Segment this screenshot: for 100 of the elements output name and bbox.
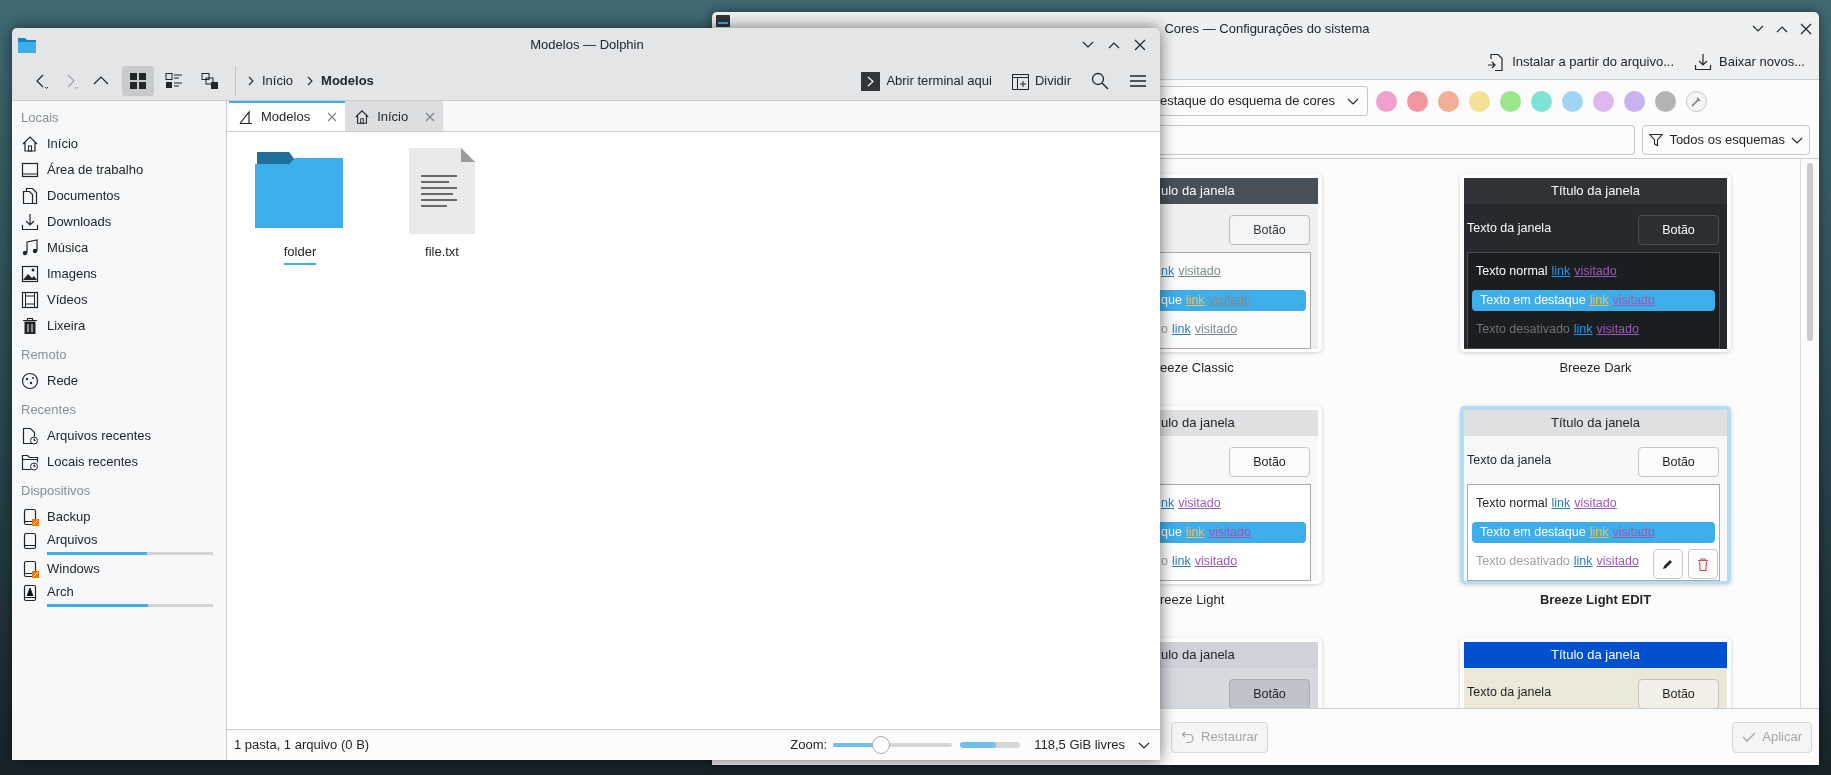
search-icon: [1091, 72, 1109, 90]
download-icon: [1694, 53, 1712, 71]
preview-button: Botão: [1229, 447, 1310, 477]
home-icon: [21, 135, 39, 153]
color-picker-button[interactable]: [1686, 90, 1707, 112]
file-name[interactable]: file.txt: [425, 242, 459, 265]
link-text: link: [1589, 292, 1609, 310]
breadcrumb-item[interactable]: Início: [260, 71, 296, 91]
checkmark-icon: [1742, 730, 1757, 744]
place-item[interactable]: Lixeira: [16, 313, 222, 339]
color-swatch[interactable]: [1531, 90, 1552, 112]
close-tab-button[interactable]: [425, 112, 436, 122]
tree-view-icon: [201, 72, 219, 90]
preview-button: Botão: [1638, 215, 1719, 245]
search-field[interactable]: [1160, 125, 1636, 155]
document-import-icon: [1487, 53, 1506, 71]
place-item[interactable]: Área de trabalho: [16, 157, 222, 183]
film-icon: [21, 291, 39, 309]
preview-title-bar: Título da janela: [1464, 178, 1727, 204]
visited-link-text: visitado: [1178, 495, 1221, 513]
close-tab-button[interactable]: [327, 112, 338, 122]
view-mode-button[interactable]: [122, 66, 154, 96]
open-terminal-button[interactable]: Abrir terminal aqui: [858, 66, 995, 96]
color-swatch[interactable]: [1562, 90, 1583, 112]
split-view-icon: [1011, 72, 1029, 90]
place-item[interactable]: Backup: [16, 504, 222, 530]
home-icon: [354, 109, 371, 125]
trash-icon: [1697, 557, 1709, 571]
place-item[interactable]: Arch: [16, 582, 222, 608]
visited-link-text: visitado: [1194, 553, 1238, 571]
pencil-icon: [1662, 558, 1674, 570]
color-scheme-preview[interactable]: ulo da janela Botão: [1160, 638, 1322, 708]
color-scheme-preview[interactable]: ulo da janela Botão nk visitado que link visitado o link visitado: [1160, 406, 1322, 584]
color-swatch[interactable]: [1376, 90, 1397, 112]
tab[interactable]: Modelos: [229, 101, 346, 131]
highlighted-text: que: [1161, 292, 1182, 310]
preview-title-bar: ulo da janela: [1160, 178, 1318, 204]
place-item[interactable]: Documentos: [16, 183, 222, 209]
disabled-text: Texto desativado: [1476, 321, 1570, 339]
link-text: link: [1185, 524, 1205, 542]
split-button[interactable]: Dividir: [1008, 66, 1074, 96]
chevron-right-icon: [246, 75, 256, 87]
place-item[interactable]: Locais recentes: [16, 449, 222, 475]
place-item[interactable]: Início: [16, 131, 222, 157]
preview-window-text: Texto da janela: [1467, 219, 1552, 237]
color-swatch[interactable]: [1624, 90, 1645, 112]
zoom-slider[interactable]: [833, 736, 953, 754]
visited-link-text: visitado: [1208, 292, 1251, 310]
link-text: link: [1185, 292, 1205, 310]
preview-button: Botão: [1229, 679, 1310, 708]
place-item[interactable]: Arquivos recentes: [16, 423, 222, 449]
music-note-icon: [21, 239, 39, 257]
place-item[interactable]: Arquivos: [16, 530, 222, 556]
color-swatch[interactable]: [1500, 90, 1521, 112]
delete-button[interactable]: [1688, 549, 1718, 579]
settings-app-icon: [716, 15, 730, 27]
color-swatch[interactable]: [1655, 90, 1676, 112]
close-icon: [425, 112, 436, 122]
color-swatch[interactable]: [1407, 90, 1428, 112]
visited-link-text: visitado: [1574, 495, 1617, 513]
download-new-button[interactable]: Baixar novos...: [1694, 48, 1805, 76]
close-icon: [1132, 37, 1148, 53]
slider-handle[interactable]: [871, 736, 890, 754]
color-swatch[interactable]: [1593, 90, 1614, 112]
scrollbar-thumb[interactable]: [1807, 163, 1813, 341]
color-scheme-preview[interactable]: Título da janela Texto da janela Botão Texto normal link visitado Texto em destaque link visitado Texto desativado link visitado: [1460, 406, 1731, 584]
install-from-file-button[interactable]: Instalar a partir do arquivo...: [1487, 48, 1674, 76]
color-scheme-preview[interactable]: Título da janela Texto da janela Botão: [1460, 638, 1731, 708]
menu-icon: [1129, 72, 1147, 90]
preview-button: Botão: [1229, 215, 1310, 245]
file-name[interactable]: folder: [283, 242, 317, 265]
place-item[interactable]: Windows: [16, 556, 222, 582]
zoom-label: Zoom:: [790, 736, 828, 755]
edit-button[interactable]: [1653, 549, 1683, 579]
close-icon: [327, 112, 338, 122]
visited-link-text: visitado: [1612, 524, 1655, 542]
visited-link-text: visitado: [1596, 553, 1639, 571]
color-swatch[interactable]: [1438, 90, 1459, 112]
window-title: Modelos — Dolphin: [529, 36, 645, 55]
highlighted-text: Texto em destaque: [1480, 524, 1586, 542]
place-item[interactable]: Rede: [16, 368, 222, 394]
section-header: Dispositivos: [20, 482, 92, 501]
section-header: Locais: [20, 109, 60, 128]
recent-file-icon: [21, 427, 39, 445]
eyedropper-icon: [1691, 95, 1702, 107]
place-item[interactable]: Vídeos: [16, 287, 222, 313]
filter-dropdown[interactable]: Todos os esquemas: [1642, 125, 1810, 155]
link-text: link: [1573, 321, 1593, 339]
color-scheme-preview[interactable]: Título da janela Texto da janela Botão Texto normal link visitado Texto em destaque link visitado Texto desativado link visitado: [1460, 174, 1731, 352]
scheme-name: eeze Classic: [1160, 359, 1235, 378]
breadcrumb-item[interactable]: Modelos: [319, 71, 376, 91]
accent-dropdown[interactable]: estaque do esquema de cores: [1160, 86, 1368, 116]
trash-icon: [21, 317, 39, 335]
color-swatch[interactable]: [1469, 90, 1490, 112]
place-item[interactable]: Downloads: [16, 209, 222, 235]
tab[interactable]: Início: [345, 101, 444, 131]
visited-link-text: visitado: [1574, 263, 1617, 281]
place-item[interactable]: Música: [16, 235, 222, 261]
color-scheme-preview[interactable]: ulo da janela Botão nk visitado que link visitado o link visitado: [1160, 174, 1322, 352]
place-item[interactable]: Imagens: [16, 261, 222, 287]
